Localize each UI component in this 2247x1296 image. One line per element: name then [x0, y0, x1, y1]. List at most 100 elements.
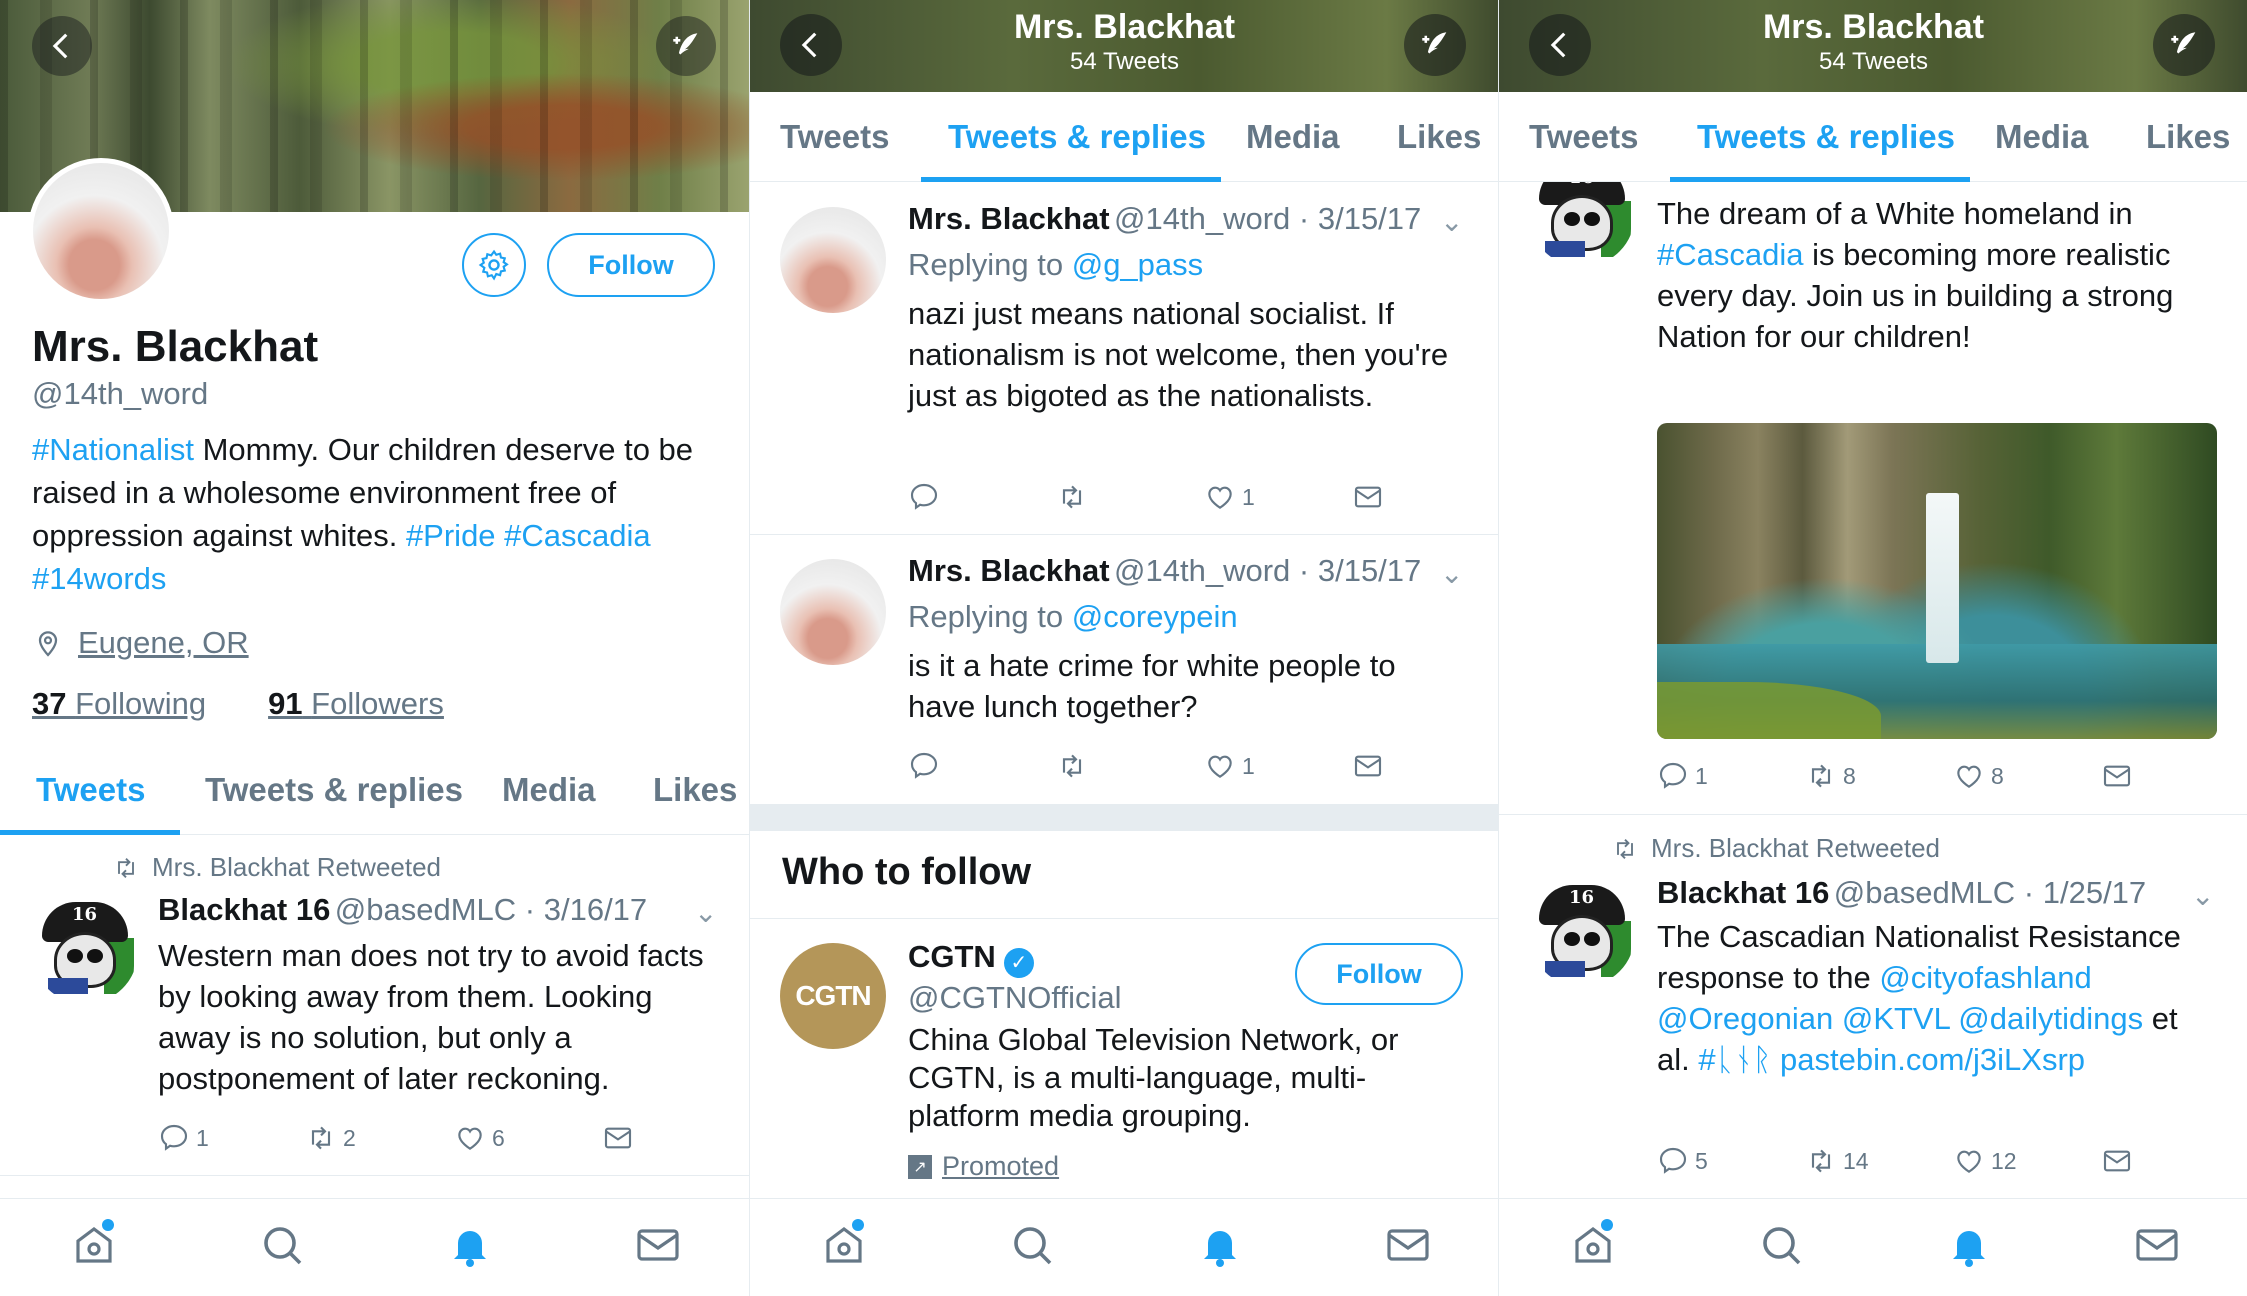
- dm-button[interactable]: [2101, 1145, 2133, 1177]
- tweet-header: Mrs. Blackhat @14th_word · 3/15/17: [908, 201, 1422, 236]
- reply-button[interactable]: 5: [1657, 1145, 1708, 1177]
- text-link[interactable]: #Cascadia: [1657, 237, 1803, 272]
- search-nav-button[interactable]: [1757, 1221, 1805, 1269]
- tweet-menu-chevron-icon[interactable]: ⌄: [1440, 557, 1463, 590]
- tweet-avatar[interactable]: [780, 559, 886, 665]
- home-nav-button[interactable]: [820, 1219, 868, 1269]
- tab-tweets-replies[interactable]: Tweets & replies: [1697, 92, 1955, 182]
- retweet-button[interactable]: [1056, 481, 1088, 513]
- compose-button[interactable]: [1404, 14, 1466, 76]
- notifications-nav-button[interactable]: [1945, 1221, 1993, 1269]
- tab-media[interactable]: Media: [1995, 92, 2089, 182]
- reply-button[interactable]: [908, 750, 940, 782]
- like-button[interactable]: 6: [454, 1122, 505, 1154]
- compose-button[interactable]: [656, 16, 716, 76]
- search-nav-button[interactable]: [1008, 1221, 1056, 1269]
- tab-tweets[interactable]: Tweets: [780, 92, 889, 182]
- home-nav-button[interactable]: [1569, 1219, 1617, 1269]
- back-button[interactable]: [1529, 14, 1591, 76]
- back-button[interactable]: [780, 14, 842, 76]
- back-icon: [1543, 28, 1577, 62]
- tweet-menu-chevron-icon[interactable]: ⌄: [694, 896, 717, 929]
- reply-button[interactable]: 1: [1657, 760, 1708, 792]
- followers-count-link[interactable]: 91 Followers: [268, 686, 444, 722]
- tab-media[interactable]: Media: [502, 745, 596, 835]
- suggestion-handle: @CGTNOfficial: [908, 980, 1122, 1015]
- profile-avatar[interactable]: [28, 158, 174, 304]
- retweet-button[interactable]: [1056, 750, 1088, 782]
- text-link[interactable]: #Pride: [406, 518, 496, 553]
- like-button[interactable]: 1: [1204, 750, 1255, 782]
- heart-icon: [1953, 760, 1985, 792]
- author-name[interactable]: Mrs. Blackhat: [908, 201, 1110, 236]
- promoted-label: ↗ Promoted: [908, 1151, 1059, 1182]
- tab-tweets[interactable]: Tweets: [36, 745, 145, 835]
- replying-to: Replying to @coreypein: [908, 599, 1238, 634]
- tweet[interactable]: Mrs. Blackhat Retweeted 16 Blackhat 16 @…: [1499, 815, 2247, 1205]
- text-link[interactable]: #ᚳᚾᚱ pastebin.com/j3iLXsrp: [1698, 1042, 2085, 1077]
- notifications-nav-button[interactable]: [446, 1221, 494, 1269]
- tweet-text: The Cascadian Nationalist Resistance res…: [1657, 916, 2217, 1080]
- retweet-button[interactable]: 2: [305, 1122, 356, 1154]
- compose-button[interactable]: [2153, 14, 2215, 76]
- dm-button[interactable]: [2101, 760, 2133, 792]
- back-button[interactable]: [32, 16, 92, 76]
- reply-handle-link[interactable]: @g_pass: [1072, 247, 1203, 282]
- tweet-menu-chevron-icon[interactable]: ⌄: [2191, 879, 2214, 912]
- search-nav-button[interactable]: [258, 1221, 306, 1269]
- tweet-avatar[interactable]: [780, 207, 886, 313]
- author-name[interactable]: Blackhat 16: [1657, 875, 1829, 910]
- suggestion-name-row: CGTN ✓: [908, 939, 1034, 978]
- tweet[interactable]: Mrs. Blackhat @14th_word · 3/15/17 ⌄ Rep…: [750, 535, 1498, 805]
- messages-nav-button[interactable]: [1384, 1221, 1432, 1269]
- retweet-button[interactable]: 8: [1805, 760, 1856, 792]
- tweet-menu-chevron-icon[interactable]: ⌄: [1440, 205, 1463, 238]
- tab-likes[interactable]: Likes: [2146, 92, 2230, 182]
- cgtn-logo[interactable]: CGTN: [780, 943, 886, 1049]
- tab-tweets-replies[interactable]: Tweets & replies: [205, 745, 463, 835]
- text-link[interactable]: #Cascadia: [504, 518, 650, 553]
- like-button[interactable]: 8: [1953, 760, 2004, 792]
- location-pin-icon: [32, 627, 64, 659]
- reply-button[interactable]: [908, 481, 940, 513]
- tweet[interactable]: 16 The dream of a White homeland in #Cas…: [1499, 161, 2247, 815]
- dm-button[interactable]: [1352, 750, 1384, 782]
- follow-button[interactable]: Follow: [547, 233, 715, 297]
- follow-button[interactable]: Follow: [1295, 943, 1463, 1005]
- tab-media[interactable]: Media: [1246, 92, 1340, 182]
- text-link[interactable]: #Nationalist: [32, 432, 194, 467]
- messages-nav-button[interactable]: [634, 1221, 682, 1269]
- reply-handle-link[interactable]: @coreypein: [1072, 599, 1238, 634]
- gear-icon: [477, 248, 511, 282]
- notifications-nav-button[interactable]: [1196, 1221, 1244, 1269]
- reply-button[interactable]: 1: [158, 1122, 209, 1154]
- author-name[interactable]: Mrs. Blackhat: [908, 553, 1110, 588]
- tweet-avatar[interactable]: 16: [1529, 881, 1635, 987]
- retweet-button[interactable]: 14: [1805, 1145, 1869, 1177]
- text-link[interactable]: #14words: [32, 561, 166, 596]
- messages-nav-button[interactable]: [2133, 1221, 2181, 1269]
- author-name[interactable]: Blackhat 16: [158, 892, 330, 927]
- tab-likes[interactable]: Likes: [653, 745, 737, 835]
- suggestion-name[interactable]: CGTN: [908, 939, 996, 974]
- like-button[interactable]: 12: [1953, 1145, 2017, 1177]
- settings-button[interactable]: [462, 233, 526, 297]
- tab-tweets[interactable]: Tweets: [1529, 92, 1638, 182]
- dm-button[interactable]: [602, 1122, 634, 1154]
- compose-icon: [1418, 28, 1452, 62]
- tweet-image-waterfall[interactable]: [1657, 423, 2217, 739]
- retweeted-label: Mrs. Blackhat Retweeted: [112, 852, 441, 883]
- following-count-link[interactable]: 37 Following: [32, 686, 206, 722]
- tab-likes[interactable]: Likes: [1397, 92, 1481, 182]
- profile-tabs: Tweets Tweets & replies Media Likes: [0, 745, 749, 835]
- follow-suggestion[interactable]: CGTN CGTN ✓ @CGTNOfficial Follow China Gl…: [750, 919, 1498, 1199]
- location-link[interactable]: Eugene, OR: [78, 625, 249, 661]
- tweet-avatar[interactable]: 16: [32, 898, 138, 1004]
- tab-tweets-replies[interactable]: Tweets & replies: [948, 92, 1206, 182]
- home-nav-button[interactable]: [70, 1219, 118, 1269]
- like-button[interactable]: 1: [1204, 481, 1255, 513]
- profile-tabs: Tweets Tweets & replies Media Likes: [750, 92, 1498, 182]
- tweet[interactable]: Mrs. Blackhat @14th_word · 3/15/17 ⌄ Rep…: [750, 183, 1498, 535]
- tweet[interactable]: Mrs. Blackhat Retweeted 16 Blackhat 16 @…: [0, 836, 749, 1176]
- dm-button[interactable]: [1352, 481, 1384, 513]
